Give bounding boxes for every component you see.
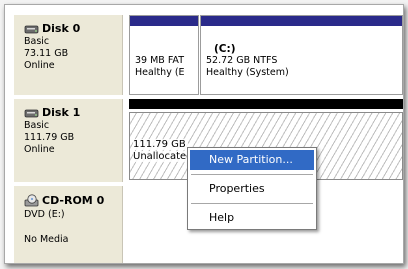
disk-management-panel: Disk 0 Basic 73.11 GB Online 39 MB FAT H… — [4, 4, 404, 264]
disk-1-status: Online — [24, 144, 55, 155]
context-menu: New Partition... Properties Help — [187, 147, 317, 230]
cdrom-icon — [24, 194, 40, 208]
disk-icon — [24, 24, 40, 35]
menu-separator — [191, 174, 313, 175]
disk-0-status: Online — [24, 60, 55, 71]
disk-0-type: Basic — [24, 36, 50, 47]
disk-0-label[interactable]: Disk 0 Basic 73.11 GB Online — [14, 15, 123, 95]
menu-item-new-partition[interactable]: New Partition... — [190, 150, 314, 170]
partition-status: Healthy (System) — [206, 67, 289, 78]
cdrom-0-type: DVD (E:) — [24, 209, 65, 220]
partition-bar — [130, 16, 198, 26]
disk-0-name: Disk 0 — [42, 22, 81, 35]
cdrom-0-label[interactable]: CD-ROM 0 DVD (E:) No Media — [14, 186, 123, 263]
partition-size: 39 MB FAT — [135, 55, 184, 66]
menu-item-help[interactable]: Help — [190, 208, 314, 228]
disk-0-row: Disk 0 Basic 73.11 GB Online 39 MB FAT H… — [5, 15, 403, 95]
disk-0-partition-fat[interactable]: 39 MB FAT Healthy (E — [129, 15, 199, 95]
partition-bar — [201, 16, 402, 26]
partition-size: 52.72 GB NTFS — [206, 55, 278, 66]
menu-separator — [191, 203, 313, 204]
unallocated-size: 111.79 GB — [133, 139, 188, 150]
disk-1-label[interactable]: Disk 1 Basic 111.79 GB Online — [14, 99, 123, 182]
disk-1-name: Disk 1 — [42, 106, 81, 119]
disk-0-size: 73.11 GB — [24, 48, 69, 59]
partition-status: Healthy (E — [135, 67, 185, 78]
disk-0-partition-c[interactable]: (C:) 52.72 GB NTFS Healthy (System) — [200, 15, 403, 95]
unallocated-status: Unallocated — [133, 151, 195, 162]
cdrom-0-status: No Media — [24, 234, 69, 245]
disk-icon — [24, 108, 40, 119]
disk-1-size: 111.79 GB — [24, 132, 75, 143]
cdrom-0-name: CD-ROM 0 — [42, 194, 105, 207]
disk-0-partitions: 39 MB FAT Healthy (E (C:) 52.72 GB NTFS … — [125, 15, 403, 95]
unallocated-bar — [129, 99, 403, 109]
partition-drive-letter: (C:) — [214, 43, 236, 55]
menu-item-properties[interactable]: Properties — [190, 179, 314, 199]
disk-1-type: Basic — [24, 120, 50, 131]
